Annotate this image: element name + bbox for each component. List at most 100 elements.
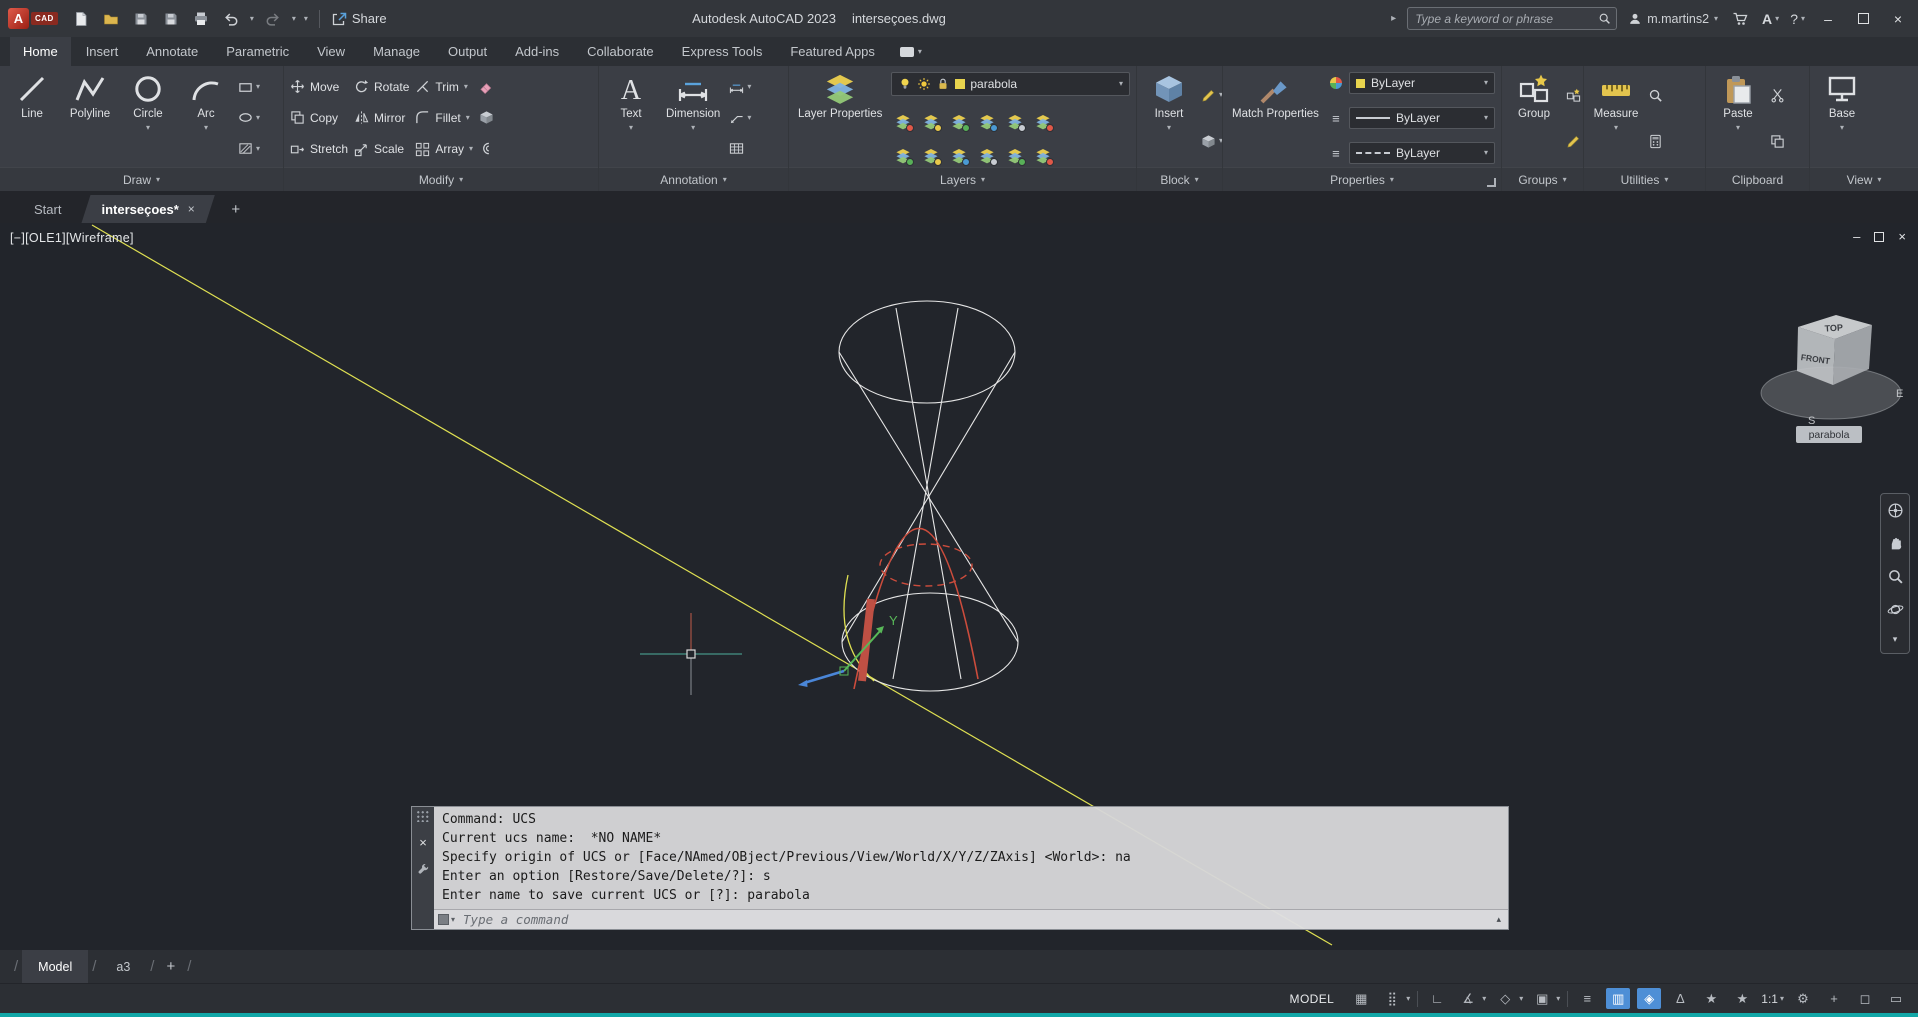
- text-dropdown-icon[interactable]: ▾: [629, 124, 633, 132]
- tab-home[interactable]: Home: [10, 37, 71, 66]
- quick-dimension-button[interactable]: ▾: [729, 80, 751, 95]
- layout-tab-model[interactable]: Model: [22, 950, 89, 983]
- edit-attribute-caret-icon[interactable]: ▾: [1219, 91, 1222, 99]
- mirror-button[interactable]: Mirror: [354, 110, 409, 125]
- new-drawing-tab-button[interactable]: +: [225, 198, 247, 220]
- autodesk-apps-button[interactable]: A ▾: [1762, 11, 1779, 27]
- navbar-menu-icon[interactable]: ▾: [1893, 634, 1898, 645]
- ortho-toggle-icon[interactable]: ∟: [1425, 988, 1449, 1009]
- polar-caret-icon[interactable]: ▾: [1482, 994, 1486, 1003]
- group-button[interactable]: Group: [1508, 71, 1560, 165]
- search-icon[interactable]: [1598, 12, 1611, 25]
- layer-color-swatch[interactable]: [955, 79, 966, 89]
- osnap-3d-toggle-icon[interactable]: ◈: [1637, 988, 1662, 1009]
- array-button[interactable]: Array ▾: [415, 142, 473, 157]
- layer-unlock-button[interactable]: [950, 148, 971, 166]
- tab-manage[interactable]: Manage: [360, 37, 433, 66]
- panel-footer-annotation[interactable]: Annotation ▾: [599, 167, 788, 191]
- layer-freeze-button[interactable]: [950, 114, 971, 132]
- file-tab-close-icon[interactable]: ×: [188, 202, 195, 216]
- panel-footer-block[interactable]: Block ▾: [1137, 167, 1222, 191]
- tab-express-tools[interactable]: Express Tools: [669, 37, 776, 66]
- help-button[interactable]: ? ▾: [1790, 11, 1805, 27]
- ribbon-display-toggle[interactable]: ▾: [890, 37, 932, 66]
- rectangle-dropdown-icon[interactable]: ▾: [256, 83, 260, 91]
- hatch-button[interactable]: ▾: [238, 141, 260, 156]
- annotation-scale-button[interactable]: 1:1 ▾: [1761, 992, 1784, 1006]
- quick-select-button[interactable]: [1648, 88, 1663, 103]
- customization-icon[interactable]: +: [1822, 988, 1846, 1009]
- array-dropdown-icon[interactable]: ▾: [469, 145, 473, 153]
- layer-copy-objects-button[interactable]: [978, 148, 999, 166]
- match-properties-button[interactable]: Match Properties: [1229, 71, 1322, 165]
- snap-caret-icon[interactable]: ▾: [1406, 994, 1410, 1003]
- layer-lock-icon[interactable]: [936, 77, 950, 91]
- move-button[interactable]: Move: [290, 79, 348, 94]
- ellipse-button[interactable]: ▾: [238, 110, 260, 125]
- layer-merge-button[interactable]: [1034, 148, 1055, 166]
- clean-screen-icon[interactable]: ▭: [1884, 988, 1908, 1009]
- file-tab-start[interactable]: Start: [14, 195, 81, 223]
- hatch-dropdown-icon[interactable]: ▾: [256, 144, 260, 153]
- user-account-button[interactable]: m.martins2 ▾: [1628, 12, 1718, 26]
- panel-footer-modify[interactable]: Modify ▾: [284, 167, 598, 191]
- tab-collaborate[interactable]: Collaborate: [574, 37, 667, 66]
- viewport-minimize-icon[interactable]: –: [1853, 229, 1860, 244]
- redo-button[interactable]: [262, 8, 284, 30]
- command-history-toggle-icon[interactable]: ▴: [1496, 914, 1504, 925]
- trim-dropdown-icon[interactable]: ▾: [464, 82, 468, 91]
- plot-button[interactable]: [190, 8, 212, 30]
- layer-dropdown[interactable]: parabola ▾: [891, 72, 1130, 96]
- text-button[interactable]: Text ▾: [605, 71, 657, 165]
- erase-button[interactable]: [479, 80, 494, 95]
- arc-button[interactable]: Arc ▾: [180, 71, 232, 165]
- lineweight-dropdown[interactable]: ByLayer ▾: [1348, 107, 1495, 129]
- layout-tab-a3[interactable]: a3: [100, 950, 146, 983]
- tab-add-ins[interactable]: Add-ins: [502, 37, 572, 66]
- table-button[interactable]: [729, 141, 751, 156]
- panel-footer-utilities[interactable]: Utilities ▾: [1584, 167, 1705, 191]
- copy-clip-button[interactable]: [1770, 134, 1785, 149]
- layer-on-icon[interactable]: [898, 77, 912, 91]
- command-close-icon[interactable]: ×: [419, 835, 427, 850]
- dimension-dropdown-icon[interactable]: ▾: [691, 124, 695, 132]
- app-store-button[interactable]: [1729, 8, 1751, 30]
- drag-handle-icon[interactable]: [416, 810, 430, 822]
- panel-footer-properties[interactable]: Properties ▾: [1223, 167, 1501, 191]
- measure-button[interactable]: Measure ▾: [1590, 71, 1642, 165]
- panel-footer-draw[interactable]: Draw ▾: [0, 167, 283, 191]
- quick-dimension-caret-icon[interactable]: ▾: [747, 83, 751, 91]
- offset-button[interactable]: [479, 141, 494, 156]
- close-button[interactable]: ×: [1886, 7, 1910, 31]
- explode-button[interactable]: [479, 110, 494, 125]
- layer-previous-button[interactable]: [1034, 114, 1055, 132]
- osnap-caret-icon[interactable]: ▾: [1556, 994, 1560, 1003]
- qat-customize-icon[interactable]: ▾: [304, 14, 308, 23]
- annotation-visibility-icon[interactable]: ★: [1699, 988, 1723, 1009]
- layer-on-all-button[interactable]: [894, 148, 915, 166]
- viewcube-top-label[interactable]: TOP: [1824, 322, 1843, 333]
- tab-output[interactable]: Output: [435, 37, 500, 66]
- navigation-wheel-button[interactable]: [1887, 502, 1904, 519]
- search-input[interactable]: [1413, 10, 1595, 27]
- viewcube-east-label[interactable]: E: [1896, 388, 1903, 400]
- ellipse-dropdown-icon[interactable]: ▾: [256, 113, 260, 122]
- command-settings-icon[interactable]: [417, 863, 430, 876]
- viewport-controls[interactable]: [−][OLE1][Wireframe]: [10, 231, 134, 245]
- minimize-button[interactable]: –: [1816, 7, 1840, 31]
- line-button[interactable]: Line: [6, 71, 58, 165]
- scale-button[interactable]: Scale: [354, 142, 409, 157]
- share-button[interactable]: Share: [331, 11, 387, 27]
- new-file-button[interactable]: [70, 8, 92, 30]
- layer-properties-button[interactable]: Layer Properties: [795, 71, 885, 165]
- viewport-close-icon[interactable]: ×: [1898, 229, 1906, 244]
- annotation-scale-caret-icon[interactable]: ▾: [1780, 994, 1784, 1003]
- osnap-toggle[interactable]: ▣ ▾: [1530, 988, 1560, 1009]
- drawing-area[interactable]: Y TOP FRONT S E [−][OLE1][Wireframe] – ×…: [0, 223, 1918, 950]
- ucs-name-badge[interactable]: parabola: [1796, 426, 1862, 443]
- save-button[interactable]: [130, 8, 152, 30]
- lineweight-toggle-icon[interactable]: ≡: [1575, 988, 1599, 1009]
- panel-footer-clipboard[interactable]: Clipboard: [1706, 167, 1809, 191]
- properties-dialog-launcher-icon[interactable]: [1487, 178, 1496, 187]
- create-block-button[interactable]: ▾: [1201, 134, 1222, 149]
